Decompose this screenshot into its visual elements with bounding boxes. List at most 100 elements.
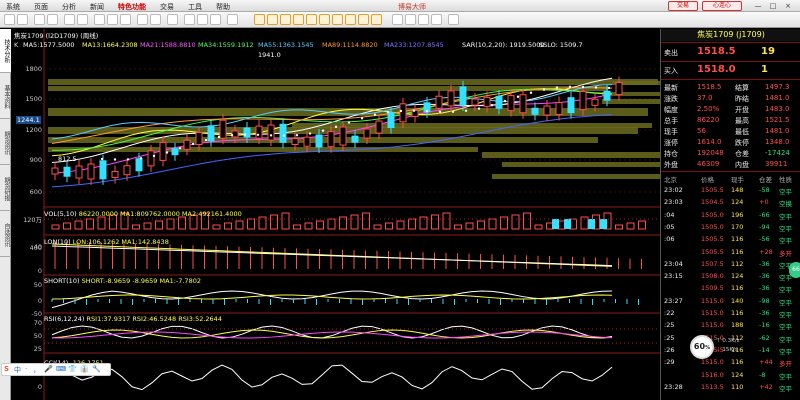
tick-row[interactable]: 23:28 1513.5 110 +42 空平 [661,382,800,393]
menu-trade[interactable]: 交易 [160,2,174,12]
tick-row[interactable]: 23:03 1504.5 124 +0 空换 [661,197,800,208]
indicator-label: MA5:1577.5000 [23,41,75,49]
candlestick [363,128,371,139]
tab-technical-analysis[interactable]: 技术分析 [0,29,11,73]
settings-icon[interactable] [418,14,429,25]
menu-help[interactable]: 帮助 [216,2,230,12]
sar-dot [178,147,182,150]
indicator-icon[interactable] [392,14,403,25]
volume-profile-bar [492,174,660,179]
skin-icon[interactable]: 👕 [68,365,77,373]
ime-chinese-mode[interactable]: 中 [14,365,21,375]
sogou-logo-icon[interactable]: S [4,365,9,373]
tab-futures-news[interactable]: 期货资讯 [0,121,11,165]
period-3-icon[interactable] [280,14,291,25]
grid-icon[interactable] [64,14,75,25]
buy-row[interactable]: 买入 1518.0 1 [661,63,800,77]
shirt-icon[interactable]: 👔 [80,365,89,373]
microphone-icon[interactable]: 🎤 [44,365,53,373]
volume-bar [385,222,393,230]
sar-dot [503,99,507,103]
window-icon[interactable] [184,14,195,25]
volume-bar [51,224,60,230]
tick-row[interactable]: 23:02 1505.5 148 -58 空平 [661,185,800,196]
volume-bar [626,222,635,230]
tick-row[interactable]: :22 1515.0 116 -36 空平 [661,308,800,319]
candlestick [231,130,239,138]
split-icon[interactable] [210,14,221,25]
maximize-button[interactable]: □ [767,1,779,11]
tick-row[interactable]: :25 1515.0 188 -16 空平 [661,320,800,331]
candlestick [327,131,335,148]
minimize-button[interactable]: — [752,1,764,11]
cursor-icon[interactable] [94,14,105,25]
speed-widget[interactable]: 60% ↑ 0.3K/s ↓ 15K/s [690,335,746,359]
speed-gauge[interactable]: 60% [690,335,714,359]
tick-row[interactable]: :06 1505.5 116 -56 空平 [661,234,800,245]
tab-futures-research[interactable]: 期货研报 [0,167,11,211]
tick-row[interactable]: :04 1505.0 196 -66 空平 [661,210,800,221]
ime-toolbar[interactable]: S 中 · ， 🎤 ⌨ 👕 👔 🔧 [1,363,111,376]
period-5-icon[interactable] [306,14,317,25]
tick-row[interactable]: 23:15 1508.0 124 -36 空平 [661,271,800,282]
tick-row[interactable]: 23:04 1507.5 112 -36 空平 [661,259,800,270]
back-icon[interactable] [4,14,15,25]
period-4-icon[interactable] [293,14,304,25]
volume-bar [327,218,336,230]
chart-mode-icon[interactable] [227,14,238,25]
tick-row[interactable]: 23:27 1515.0 140 -98 空平 [661,296,800,307]
chart-area[interactable]: 焦炭1709 (l2D1709) (周线) K MA5:1577.5000 MA13… [12,29,660,400]
heart-link-button[interactable]: 心连心 [702,1,742,11]
keyboard-icon[interactable]: ⌨ [56,365,66,373]
candlestick [111,170,119,178]
volume-bar [615,224,623,230]
period-9-icon[interactable] [358,14,369,25]
menu-analysis[interactable]: 分析 [62,2,76,12]
tick-row[interactable]: 1509.5 116 -36 空平 [661,283,800,294]
volume-bar [557,220,566,230]
sar-dot [607,86,611,90]
tick-row[interactable]: 1516.0 124 -8 空平 [661,370,800,381]
wrench-icon[interactable]: 🔧 [92,365,101,373]
volume-bar [477,220,485,230]
candlestick [147,150,155,167]
tab-watchlist-news[interactable]: 自选资讯 [0,213,11,257]
ime-comma[interactable]: ， [33,365,40,375]
period-10-icon[interactable] [371,14,382,25]
sar-dot [282,134,286,137]
menu-news[interactable]: 新闻 [90,2,104,12]
period-1-icon[interactable] [254,14,265,25]
text-tool-icon[interactable] [150,14,161,25]
refresh-icon[interactable] [47,14,58,25]
menu-features[interactable]: 特色功能 [118,2,146,12]
home-icon[interactable] [34,14,45,25]
ime-punct-dot[interactable]: · [25,365,27,373]
zoom-in-icon[interactable] [107,14,118,25]
zoom-out-icon[interactable] [120,14,131,25]
layout-icon[interactable] [197,14,208,25]
close-button[interactable]: × [782,1,794,11]
period-7-icon[interactable] [332,14,343,25]
flag-icon[interactable] [167,14,178,25]
quote-board-icon[interactable] [448,14,459,25]
side-badge[interactable]: 66 [789,262,800,278]
list-icon[interactable] [77,14,88,25]
period-6-icon[interactable] [319,14,330,25]
trade-button[interactable]: 交易 [668,1,698,11]
forward-icon[interactable] [17,14,28,25]
tick-row[interactable]: :05 1505.0 170 -94 空平 [661,222,800,233]
tick-row[interactable]: 1505.5 116 +28 多开 [661,247,800,258]
sell-row[interactable]: 卖出 1518.5 19 [661,45,800,59]
low-marker: 812.5 [58,155,77,163]
menu-tools[interactable]: 工具 [188,2,202,12]
lon-panel-title: LON(10) LON:106.1262 MA1:142.8438 [44,238,169,246]
compare-icon[interactable] [405,14,416,25]
menu-system[interactable]: 系统 [6,2,20,12]
tab-basic-info[interactable]: 基本资料 [0,75,11,119]
period-2-icon[interactable] [267,14,278,25]
print-icon[interactable] [431,14,442,25]
menu-page[interactable]: 页面 [34,2,48,12]
period-8-icon[interactable] [345,14,356,25]
indicator-label: MA34:1559.1912 [198,41,254,49]
line-tool-icon[interactable] [137,14,148,25]
